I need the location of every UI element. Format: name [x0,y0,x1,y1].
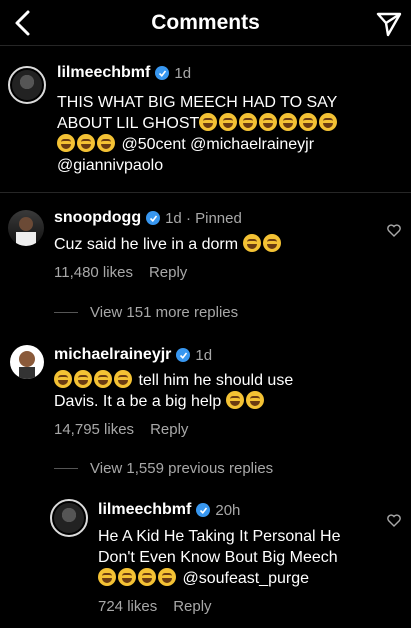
caption-line: ABOUT LIL GHOST [57,113,402,134]
avatar[interactable] [8,66,46,104]
laughing-emoji-icon [98,568,116,586]
username[interactable]: snoopdogg [54,209,141,227]
reply-line: Don't Even Know Bout Big Meech [98,549,338,566]
avatar[interactable] [50,499,88,537]
divider [0,192,411,193]
laughing-emoji-icon [279,113,298,131]
likes-count[interactable]: 724 likes [98,598,157,615]
reply-line: He A Kid He Taking It Personal He [98,528,341,545]
username[interactable]: michaelraineyjr [54,346,171,364]
reply-line: @soufeast_purge [98,568,388,589]
laughing-emoji-icon [199,113,218,131]
relieved-emoji-icon [225,391,244,409]
likes-count[interactable]: 11,480 likes [54,264,133,281]
view-replies-button[interactable]: View 151 more replies [54,304,238,321]
laughing-emoji-icon [94,370,112,388]
reply-button[interactable]: Reply [150,421,188,438]
laughing-emoji-icon [262,234,281,252]
laughing-emoji-icon [245,391,264,409]
laughing-emoji-icon [158,568,176,586]
timestamp: 20h [215,501,241,519]
laughing-emoji-icon [57,134,75,152]
laughing-emoji-icon [74,370,92,388]
reply-button[interactable]: Reply [149,264,187,281]
reply-text: He A Kid He Taking It Personal He Don't … [98,526,388,589]
username[interactable]: lilmeechbmf [98,501,191,519]
comment-text: tell him he should use Davis. It a be a … [54,370,293,412]
comment-line: Davis. It a be a big help [54,391,293,412]
divider [54,312,78,313]
verified-badge-icon [146,211,161,225]
verified-badge-icon [155,66,170,80]
header-bar: Comments [0,0,411,46]
caption-text: THIS WHAT BIG MEECH HAD TO SAY ABOUT LIL… [57,92,402,176]
laughing-emoji-icon [319,113,338,131]
laughing-emoji-icon [299,113,318,131]
comment-text: Cuz said he live in a dorm [54,234,283,255]
avatar[interactable] [8,210,44,246]
laughing-emoji-icon [77,134,95,152]
laughing-emoji-icon [118,568,136,586]
comment-meta: 1d [195,346,213,364]
laughing-emoji-icon [97,134,115,152]
mention-link[interactable]: @soufeast_purge [182,570,309,587]
laughing-emoji-icon [138,568,156,586]
username[interactable]: lilmeechbmf [57,64,150,82]
laughing-emoji-icon [54,370,72,388]
mention-link[interactable]: @giannivpaolo [57,155,402,176]
reply-button[interactable]: Reply [173,598,211,615]
laughing-emoji-icon [242,234,261,252]
timestamp: 1d [174,64,192,82]
comment-line: tell him he should use [54,370,293,391]
caption-line: @50cent @michaelraineyjr [57,134,402,155]
heart-icon[interactable] [387,224,401,237]
laughing-emoji-icon [219,113,238,131]
laughing-emoji-icon [114,370,132,388]
divider [54,468,78,469]
verified-badge-icon [176,348,191,362]
mention-links[interactable]: @50cent @michaelraineyjr [121,136,314,153]
view-replies-button[interactable]: View 1,559 previous replies [54,460,273,477]
likes-count[interactable]: 14,795 likes [54,421,134,438]
comment-meta: 1d · Pinned [165,209,242,227]
avatar[interactable] [10,345,44,379]
laughing-emoji-icon [239,113,258,131]
verified-badge-icon [196,503,211,517]
page-title: Comments [151,11,260,34]
laughing-emoji-icon [259,113,278,131]
paper-plane-icon[interactable] [375,10,403,38]
caption-line: THIS WHAT BIG MEECH HAD TO SAY [57,94,338,111]
heart-icon[interactable] [387,514,401,527]
